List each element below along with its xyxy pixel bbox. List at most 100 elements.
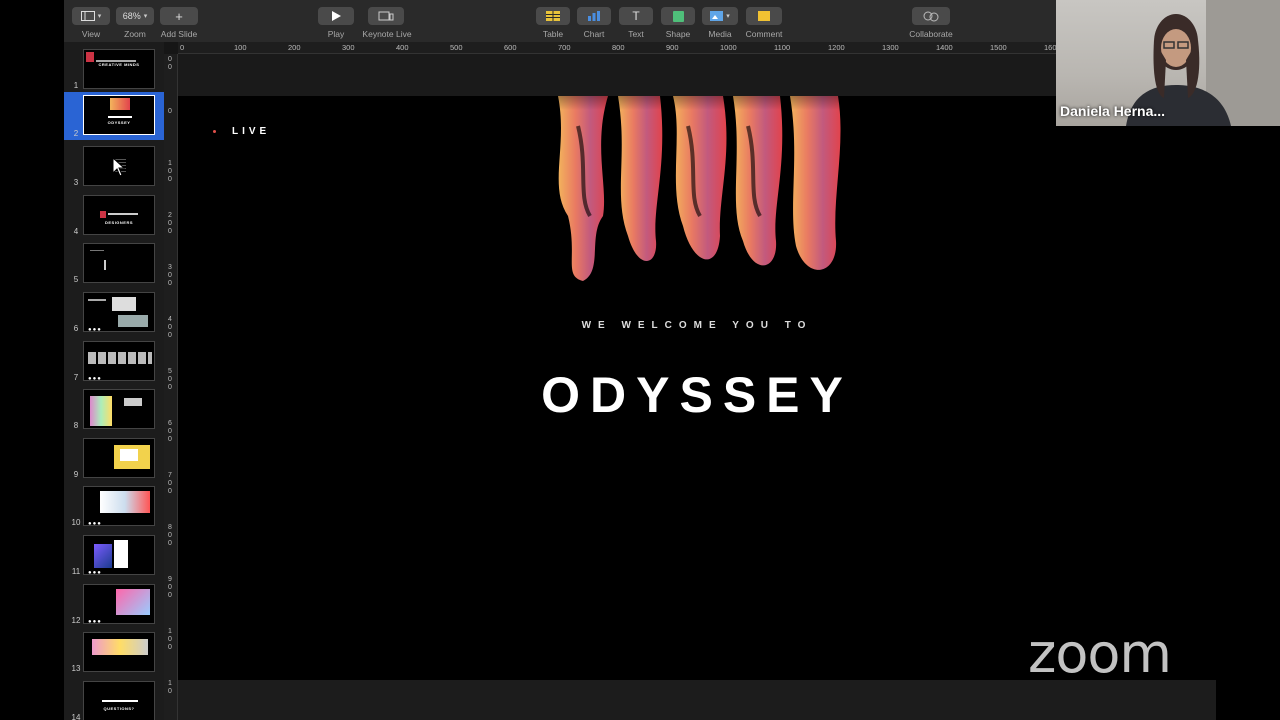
letterbox-right xyxy=(1216,126,1280,720)
media-icon xyxy=(710,11,724,21)
ruler-tick-label: 1500 xyxy=(990,43,1007,52)
zoom-label: Zoom xyxy=(124,29,146,39)
slide-thumbnail-row[interactable]: CREATIVE MINDS 1 xyxy=(64,46,164,92)
collaborate-button[interactable] xyxy=(912,7,950,25)
ruler-tick-label: 1400 xyxy=(936,43,953,52)
slide-thumbnail-title: QUESTIONS? xyxy=(103,705,135,711)
ruler-tick-label: 1200 xyxy=(828,43,845,52)
ruler-tick-label: 3 0 0 xyxy=(168,264,172,287)
media-button[interactable]: ▾ xyxy=(702,7,738,25)
participant-name: Daniela Herna... xyxy=(1060,103,1166,119)
slide-thumbnail[interactable] xyxy=(83,486,155,527)
ruler-tick-label: 1000 xyxy=(720,43,737,52)
slide-thumbnail-title: DESIGNERS xyxy=(104,219,134,225)
slide-build-dots-icon: ●●● xyxy=(88,618,102,625)
slide-number: 12 xyxy=(71,615,81,625)
ruler-tick-label: 9 0 0 xyxy=(168,576,172,599)
ruler-tick-label: 0 0 xyxy=(168,56,172,71)
table-icon xyxy=(546,11,560,21)
slide-thumbnail[interactable] xyxy=(83,583,155,624)
slide-thumbnail-row[interactable]: 12 ●●● xyxy=(64,581,164,627)
slide-number: 4 xyxy=(73,226,79,236)
comment-label: Comment xyxy=(745,29,783,39)
ruler-tick-label: 160 xyxy=(1044,43,1057,52)
slide-number: 6 xyxy=(73,324,79,333)
text-button[interactable]: T xyxy=(619,7,653,25)
view-button[interactable]: ▾ xyxy=(72,7,110,25)
slide-thumbnail[interactable]: CREATIVE MINDS xyxy=(83,49,155,89)
slide-thumbnail-row[interactable]: 5 xyxy=(64,240,164,286)
slide-canvas[interactable]: LIVE WE WELCOME YOU TO ODYSSEY xyxy=(178,54,1216,680)
slide-thumbnail-row[interactable]: QUESTIONS? 14 xyxy=(64,678,164,720)
slide-build-dots-icon: ●●● xyxy=(88,521,102,528)
vertical-ruler: 0 0 0 1 0 0 2 0 0 3 0 0 4 0 0 5 0 0 6 0 0 7 0 0 8… xyxy=(164,54,178,720)
slide-number: 9 xyxy=(73,469,79,479)
participant-video[interactable]: Daniela Herna... xyxy=(1056,0,1280,126)
melting-letters-artwork xyxy=(548,96,848,286)
ruler-tick-label: 8 0 0 xyxy=(168,524,172,547)
ruler-tick-label: 2 0 0 xyxy=(168,212,172,235)
slide-thumbnail-row[interactable]: 6 ●●● xyxy=(64,289,164,335)
text-label: Text xyxy=(628,29,644,39)
slide-number: 8 xyxy=(73,421,79,431)
slide-thumbnail-row[interactable]: 8 xyxy=(64,386,164,432)
shape-icon xyxy=(672,10,684,22)
slide-thumbnail-row[interactable]: DESIGNERS 4 xyxy=(64,192,164,238)
mouse-cursor-icon xyxy=(112,157,126,177)
media-label: Media xyxy=(708,29,732,39)
chart-label: Chart xyxy=(583,29,605,39)
zoom-dropdown[interactable]: 68% ▾ xyxy=(116,7,154,25)
canvas-bottom-strip xyxy=(178,680,1216,720)
current-slide[interactable]: LIVE WE WELCOME YOU TO ODYSSEY xyxy=(178,96,1216,680)
slide-thumbnail[interactable] xyxy=(83,389,155,430)
play-button[interactable] xyxy=(318,7,354,25)
keynote-live-button[interactable] xyxy=(368,7,404,25)
text-icon: T xyxy=(632,9,640,23)
add-slide-button[interactable]: + xyxy=(160,7,198,25)
ruler-tick-label: 500 xyxy=(450,43,463,52)
ruler-tick-label: 0 xyxy=(168,108,172,115)
slide-thumbnail-row[interactable]: 7 ●●● xyxy=(64,338,164,384)
slide-build-dots-icon: ●●● xyxy=(88,375,102,382)
chart-button[interactable] xyxy=(577,7,611,25)
slide-thumbnail[interactable]: DESIGNERS xyxy=(83,194,155,235)
ruler-tick-label: 1100 xyxy=(774,43,791,52)
ruler-tick-label: 7 0 0 xyxy=(168,472,172,495)
slide-thumbnail[interactable] xyxy=(83,437,155,478)
shape-button[interactable] xyxy=(661,7,695,25)
slide-navigator[interactable]: CREATIVE MINDS 1 ODYSSEY 2 3 DESIGNERS 4 5 6 ●●● 7… xyxy=(64,42,164,720)
shape-label: Shape xyxy=(665,29,691,39)
slide-thumbnail[interactable]: QUESTIONS? xyxy=(83,680,155,720)
slide-thumbnail-row[interactable]: 11 ●●● xyxy=(64,532,164,578)
slide-thumbnail-row[interactable]: 13 xyxy=(64,629,164,675)
comment-button[interactable] xyxy=(746,7,782,25)
slide-thumbnail-row[interactable]: 9 xyxy=(64,435,164,481)
slide-thumbnail-row[interactable]: 10 ●●● xyxy=(64,483,164,529)
ruler-tick-label: 1 0 0 xyxy=(168,628,172,651)
zoom-meeting-window: ▾ View 68% ▾ Zoom + Add Slide Play Keynot… xyxy=(0,0,1280,720)
view-label: View xyxy=(81,29,101,39)
keynote-toolbar: ▾ View 68% ▾ Zoom + Add Slide Play Keynot… xyxy=(64,0,1056,42)
chart-icon xyxy=(588,11,600,21)
view-icon xyxy=(80,11,95,21)
collaborate-icon xyxy=(923,11,939,21)
slide-thumbnail-row[interactable]: ODYSSEY 2 xyxy=(64,92,164,140)
slide-number: 14 xyxy=(71,712,81,720)
ruler-tick-label: 300 xyxy=(342,43,355,52)
slide-number: 5 xyxy=(73,275,79,285)
slide-thumbnail[interactable] xyxy=(83,632,155,673)
ruler-tick-label: 1 0 0 xyxy=(168,160,172,183)
slide-thumbnail[interactable]: ODYSSEY xyxy=(83,95,155,135)
slide-thumbnail-title: ODYSSEY xyxy=(107,120,131,125)
table-button[interactable] xyxy=(536,7,570,25)
slide-build-dots-icon: ●●● xyxy=(88,570,102,576)
slide-thumbnail[interactable] xyxy=(83,340,155,381)
slide-thumbnail[interactable] xyxy=(83,292,155,332)
ruler-tick-label: 100 xyxy=(234,43,247,52)
slide-thumbnail-title: CREATIVE MINDS xyxy=(98,62,140,67)
ruler-tick-label: 900 xyxy=(666,43,679,52)
live-indicator-dot xyxy=(213,130,216,133)
keynote-live-icon xyxy=(378,11,394,21)
slide-thumbnail[interactable] xyxy=(83,535,155,575)
slide-thumbnail[interactable] xyxy=(83,243,155,284)
